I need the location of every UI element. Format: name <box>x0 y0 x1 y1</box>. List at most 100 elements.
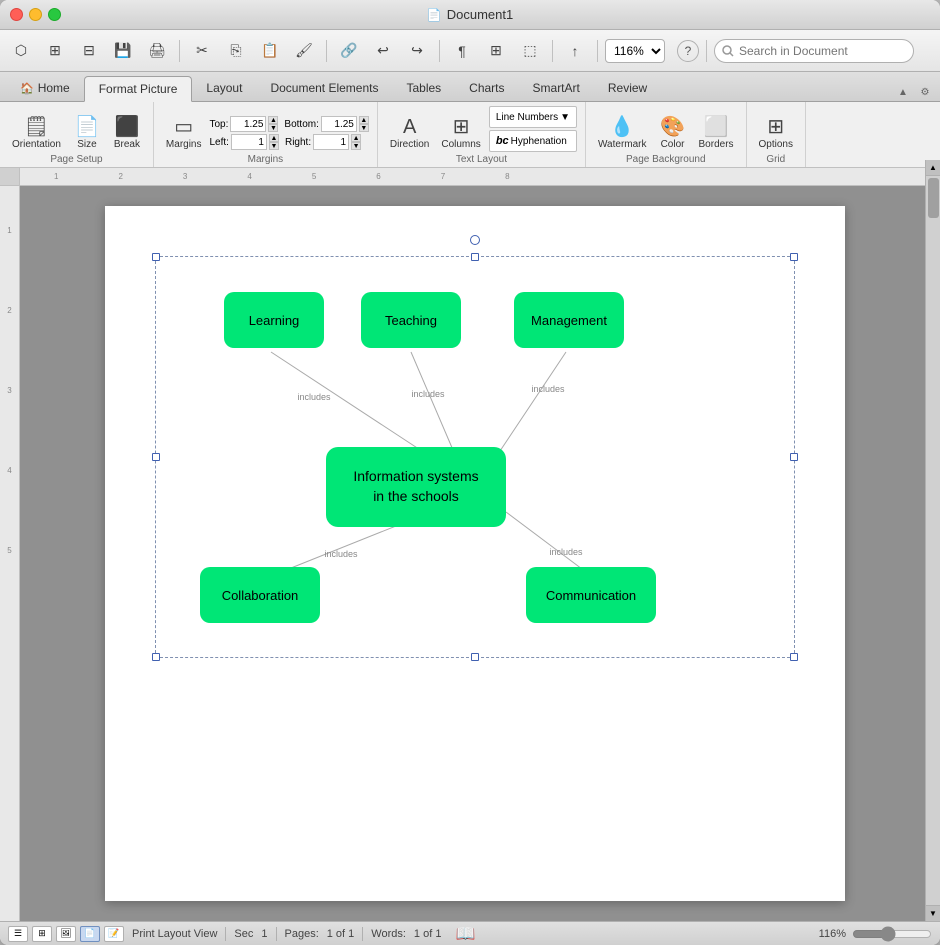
tab-document-elements[interactable]: Document Elements <box>256 75 392 101</box>
help-button[interactable]: ? <box>677 40 699 62</box>
close-button[interactable] <box>10 8 23 21</box>
right-input[interactable] <box>313 134 349 150</box>
top-up-btn[interactable]: ▲ <box>268 116 278 124</box>
handle-mr[interactable] <box>790 453 798 461</box>
zoom-select[interactable]: 116% <box>605 39 665 63</box>
customize-btn[interactable]: ⬡ <box>6 36 36 66</box>
node-center[interactable]: Information systemsin the schools <box>326 447 506 527</box>
scrollbar-v[interactable]: ▲ ▼ <box>925 168 940 921</box>
zoom-slider[interactable] <box>852 926 932 942</box>
bottom-down-btn[interactable]: ▼ <box>359 124 369 132</box>
print-btn[interactable]: 🖨 <box>142 36 172 66</box>
cut-btn[interactable]: ✂ <box>187 36 217 66</box>
doc-area: 1 2 3 4 5 1 2 3 4 5 6 7 8 <box>0 168 940 921</box>
diagram-wrapper: includes includes includes includes incl… <box>166 272 784 642</box>
handle-tl[interactable] <box>152 253 160 261</box>
smartart-selection[interactable]: includes includes includes includes incl… <box>155 256 795 658</box>
borders-btn[interactable]: ⬜ Borders <box>695 115 738 152</box>
save-btn[interactable]: 💾 <box>108 36 138 66</box>
watermark-btn[interactable]: 💧 Watermark <box>594 115 651 152</box>
minimize-button[interactable] <box>29 8 42 21</box>
handle-bl[interactable] <box>152 653 160 661</box>
tab-smartart[interactable]: SmartArt <box>519 75 594 101</box>
view-btn-4[interactable]: 📄 <box>80 926 100 942</box>
handle-tm[interactable] <box>471 253 479 261</box>
watermark-icon: 💧 <box>610 117 635 137</box>
copy-btn[interactable]: ⎘ <box>221 36 251 66</box>
bottom-input[interactable] <box>321 116 357 132</box>
view-btn-5[interactable]: 📝 <box>104 926 124 942</box>
search-input[interactable] <box>714 39 914 63</box>
left-down-btn[interactable]: ▼ <box>269 142 279 150</box>
status-sep2 <box>276 927 277 941</box>
tab-charts[interactable]: Charts <box>455 75 518 101</box>
format-btn[interactable]: 🖌 <box>289 36 319 66</box>
collapse-ribbon-btn[interactable]: ▲ <box>894 83 912 101</box>
handle-br[interactable] <box>790 653 798 661</box>
scroll-down-btn[interactable]: ▼ <box>926 905 940 921</box>
ribbon-options-btn[interactable]: ⚙ <box>916 83 934 101</box>
doc-icon: 📄 <box>427 8 442 22</box>
grid-icon: ⊞ <box>767 117 784 137</box>
view-btn-1[interactable]: ☰ <box>8 926 28 942</box>
pilcrow-btn[interactable]: ¶ <box>447 36 477 66</box>
handle-tr[interactable] <box>790 253 798 261</box>
sep1 <box>179 40 180 62</box>
left-input[interactable] <box>231 134 267 150</box>
columns-btn[interactable]: ⊞ Columns <box>437 115 484 152</box>
handle-bm[interactable] <box>471 653 479 661</box>
scroll-thumb[interactable] <box>928 178 939 218</box>
redo-btn[interactable]: ↪ <box>402 36 432 66</box>
bottom-up-btn[interactable]: ▲ <box>359 116 369 124</box>
left-up-btn[interactable]: ▲ <box>269 134 279 142</box>
break-btn[interactable]: ⬛ Break <box>109 115 145 152</box>
page-setup-items: 🗒 Orientation 📄 Size ⬛ Break <box>8 106 145 152</box>
break-icon: ⬛ <box>114 117 139 137</box>
tab-tables[interactable]: Tables <box>392 75 455 101</box>
scroll-up-btn[interactable]: ▲ <box>926 168 940 176</box>
tab-layout[interactable]: Layout <box>192 75 256 101</box>
rotation-handle[interactable] <box>470 235 480 245</box>
margins-icon-btn[interactable]: ▭ Margins <box>162 115 206 152</box>
top-input[interactable] <box>230 116 266 132</box>
maximize-button[interactable] <box>48 8 61 21</box>
publish-btn[interactable]: ↑ <box>560 36 590 66</box>
spell-check-icon[interactable]: 📖 <box>455 924 475 944</box>
sidebar-btn[interactable]: ⬚ <box>515 36 545 66</box>
orientation-btn[interactable]: 🗒 Orientation <box>8 115 65 152</box>
tab-format-picture[interactable]: Format Picture <box>84 76 193 102</box>
hyphenation-icon: bc <box>496 135 509 147</box>
view-btn-2[interactable]: ⊞ <box>32 926 52 942</box>
right-up-btn[interactable]: ▲ <box>351 134 361 142</box>
doc-scroll[interactable]: includes includes includes includes incl… <box>20 186 940 921</box>
media-btn[interactable]: 🔗 <box>334 36 364 66</box>
bottom-label: Bottom: <box>284 119 318 130</box>
status-right: 116% <box>819 926 932 942</box>
view-btn-3[interactable]: 🖼 <box>56 926 76 942</box>
page-background-items: 💧 Watermark 🎨 Color ⬜ Borders <box>594 106 738 152</box>
tab-home[interactable]: 🏠 Home <box>6 75 84 101</box>
margins-group-label: Margins <box>162 154 369 165</box>
ruler-corner <box>0 168 19 186</box>
node-teaching[interactable]: Teaching <box>361 292 461 348</box>
view-btn[interactable]: ⊞ <box>40 36 70 66</box>
direction-btn[interactable]: A Direction <box>386 115 433 152</box>
paste-btn[interactable]: 📋 <box>255 36 285 66</box>
grid-options-btn[interactable]: ⊞ Options <box>755 115 797 152</box>
size-btn[interactable]: 📄 Size <box>69 115 105 152</box>
page: includes includes includes includes incl… <box>105 206 845 901</box>
undo-btn[interactable]: ↩ <box>368 36 398 66</box>
tab-review[interactable]: Review <box>594 75 661 101</box>
line-numbers-btn[interactable]: Line Numbers ▼ <box>489 106 577 128</box>
node-management[interactable]: Management <box>514 292 624 348</box>
grid-btn[interactable]: ⊟ <box>74 36 104 66</box>
handle-ml[interactable] <box>152 453 160 461</box>
color-btn[interactable]: 🎨 Color <box>655 115 691 152</box>
layout-view-btn[interactable]: ⊞ <box>481 36 511 66</box>
hyphenation-btn[interactable]: bc Hyphenation <box>489 130 577 152</box>
node-collaboration[interactable]: Collaboration <box>200 567 320 623</box>
node-learning[interactable]: Learning <box>224 292 324 348</box>
top-down-btn[interactable]: ▼ <box>268 124 278 132</box>
node-communication[interactable]: Communication <box>526 567 656 623</box>
right-down-btn[interactable]: ▼ <box>351 142 361 150</box>
